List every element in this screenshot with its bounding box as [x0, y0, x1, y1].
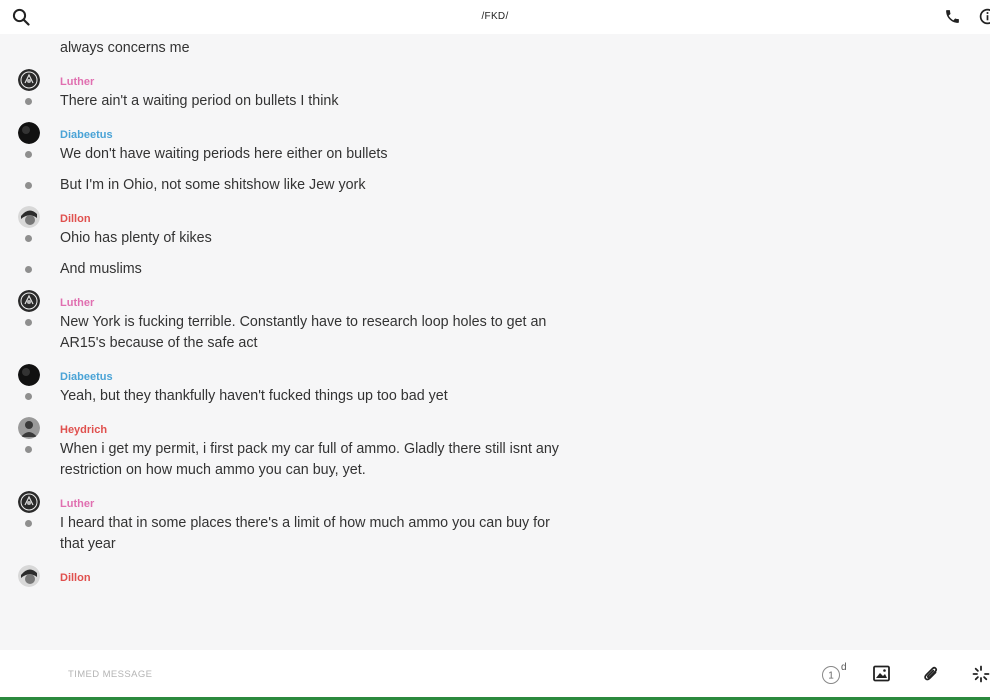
sender-name[interactable]: Luther: [60, 297, 94, 310]
message-group: Diabeetus We don't have waiting periods …: [0, 122, 990, 196]
avatar-dillon[interactable]: [18, 206, 40, 228]
avatar-luther[interactable]: [18, 491, 40, 513]
message-item: I heard that in some places there's a li…: [0, 513, 560, 555]
sender-name[interactable]: Dillon: [60, 213, 91, 226]
message-text: And muslims: [60, 261, 142, 277]
message-item: And muslims: [0, 259, 560, 280]
avatar-dillon[interactable]: [18, 565, 40, 587]
message-text: Yeah, but they thankfully haven't fucked…: [60, 388, 448, 404]
message-item: But I'm in Ohio, not some shitshow like …: [0, 175, 560, 196]
header-bar: /FKD/: [0, 0, 990, 34]
message-group: Dillon Ohio has plenty of kikes And musl…: [0, 206, 990, 280]
sparkle-icon[interactable]: [972, 665, 990, 683]
sender-name[interactable]: Diabeetus: [60, 371, 113, 384]
message-group: Luther New York is fucking terrible. Con…: [0, 290, 990, 354]
message-dot: [25, 393, 32, 400]
sender-name[interactable]: Diabeetus: [60, 129, 113, 142]
message-text: Ohio has plenty of kikes: [60, 230, 212, 246]
message-group: Luther I heard that in some places there…: [0, 491, 990, 555]
timer-icon[interactable]: 1 d: [821, 662, 849, 686]
message-text: We don't have waiting periods here eithe…: [60, 146, 388, 162]
message-text: But I'm in Ohio, not some shitshow like …: [60, 177, 366, 193]
message-group: Luther There ain't a waiting period on b…: [0, 69, 990, 112]
timer-unit: d: [841, 662, 847, 673]
message-item: There ain't a waiting period on bullets …: [0, 91, 560, 112]
message-group: Diabeetus Yeah, but they thankfully have…: [0, 364, 990, 407]
image-icon[interactable]: [873, 665, 890, 682]
sender-name[interactable]: Luther: [60, 76, 94, 89]
message-group: Dillon: [0, 565, 990, 587]
message-dot: [25, 182, 32, 189]
message-item: We don't have waiting periods here eithe…: [0, 144, 560, 165]
avatar-heydrich[interactable]: [18, 417, 40, 439]
message-item: When i get my permit, i first pack my ca…: [0, 439, 560, 481]
message-item: Yeah, but they thankfully haven't fucked…: [0, 386, 560, 407]
message-text: When i get my permit, i first pack my ca…: [60, 441, 559, 478]
message-item: Ohio has plenty of kikes: [0, 228, 560, 249]
message-dot: [25, 235, 32, 242]
avatar-diabeetus[interactable]: [18, 364, 40, 386]
message-text: Hmmm...the south always has some interes…: [60, 34, 553, 56]
message-group: Heydrich When i get my permit, i first p…: [0, 417, 990, 481]
timer-value: 1: [828, 671, 834, 682]
message-dot: [25, 446, 32, 453]
paperclip-icon[interactable]: [923, 665, 939, 682]
message-text: New York is fucking terrible. Constantly…: [60, 314, 547, 351]
avatar-diabeetus[interactable]: [18, 122, 40, 144]
message-dot: [25, 520, 32, 527]
message-text: I heard that in some places there's a li…: [60, 515, 550, 552]
message-dot: [25, 266, 32, 273]
composer-bar: TIMED MESSAGE 1 d: [0, 650, 990, 700]
message-dot: [25, 151, 32, 158]
message-input[interactable]: TIMED MESSAGE: [68, 669, 152, 680]
avatar-luther[interactable]: [18, 69, 40, 91]
message-group: Hmmm...the south always has some interes…: [0, 34, 990, 59]
message-dot: [25, 319, 32, 326]
message-text: There ain't a waiting period on bullets …: [60, 93, 339, 109]
sender-name[interactable]: Luther: [60, 498, 94, 511]
info-icon[interactable]: [979, 8, 990, 25]
sender-name[interactable]: Dillon: [60, 572, 91, 585]
phone-icon[interactable]: [944, 8, 961, 25]
avatar-luther[interactable]: [18, 290, 40, 312]
conversation-title[interactable]: /FKD/: [0, 11, 990, 22]
message-dot: [25, 98, 32, 105]
message-feed[interactable]: Hmmm...the south always has some interes…: [0, 34, 990, 650]
sender-name[interactable]: Heydrich: [60, 424, 107, 437]
message-item: New York is fucking terrible. Constantly…: [0, 312, 560, 354]
